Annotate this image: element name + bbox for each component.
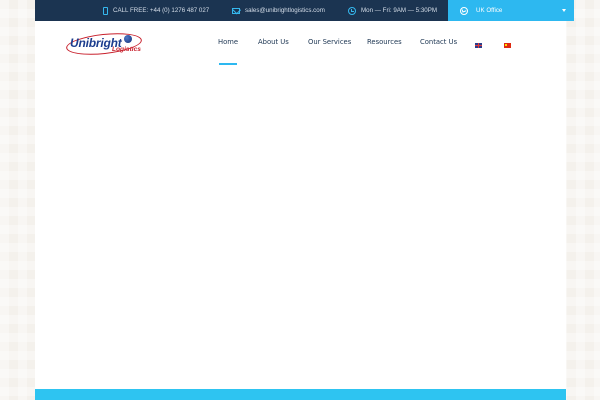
nav-home[interactable]: Home: [218, 38, 238, 46]
nav-contact-us[interactable]: Contact Us: [420, 38, 457, 46]
page-content: Unibright Logistics Home About Us Our Se…: [35, 21, 566, 400]
caret-down-icon: [562, 9, 566, 12]
nav-resources[interactable]: Resources: [367, 38, 402, 46]
footer-strip: [35, 389, 566, 400]
hours-text: Mon — Fri: 9AM — 5:30PM: [361, 7, 437, 14]
phone-text: CALL FREE: +44 (0) 1276 487 027: [113, 7, 210, 14]
phone-info[interactable]: CALL FREE: +44 (0) 1276 487 027: [103, 0, 209, 21]
globe-icon: [460, 6, 468, 15]
uk-flag-icon[interactable]: [475, 43, 482, 48]
logo-dot: [124, 35, 132, 43]
office-selector[interactable]: UK Office: [448, 0, 574, 21]
top-info-bar: CALL FREE: +44 (0) 1276 487 027 sales@un…: [35, 0, 574, 21]
nav-our-services[interactable]: Our Services: [308, 38, 351, 46]
active-nav-indicator: [219, 63, 237, 65]
site-logo[interactable]: Unibright Logistics: [65, 30, 150, 58]
nav-about-us[interactable]: About Us: [258, 38, 289, 46]
office-selected: UK Office: [476, 7, 503, 14]
email-info[interactable]: sales@unibrightlogistics.com: [232, 0, 325, 21]
clock-icon: [348, 6, 356, 15]
email-text: sales@unibrightlogistics.com: [245, 7, 325, 14]
china-flag-icon[interactable]: [504, 43, 511, 48]
mail-icon: [232, 7, 240, 14]
logo-subtitle: Logistics: [112, 46, 141, 53]
phone-icon: [103, 6, 108, 15]
hours-info: Mon — Fri: 9AM — 5:30PM: [348, 0, 437, 21]
